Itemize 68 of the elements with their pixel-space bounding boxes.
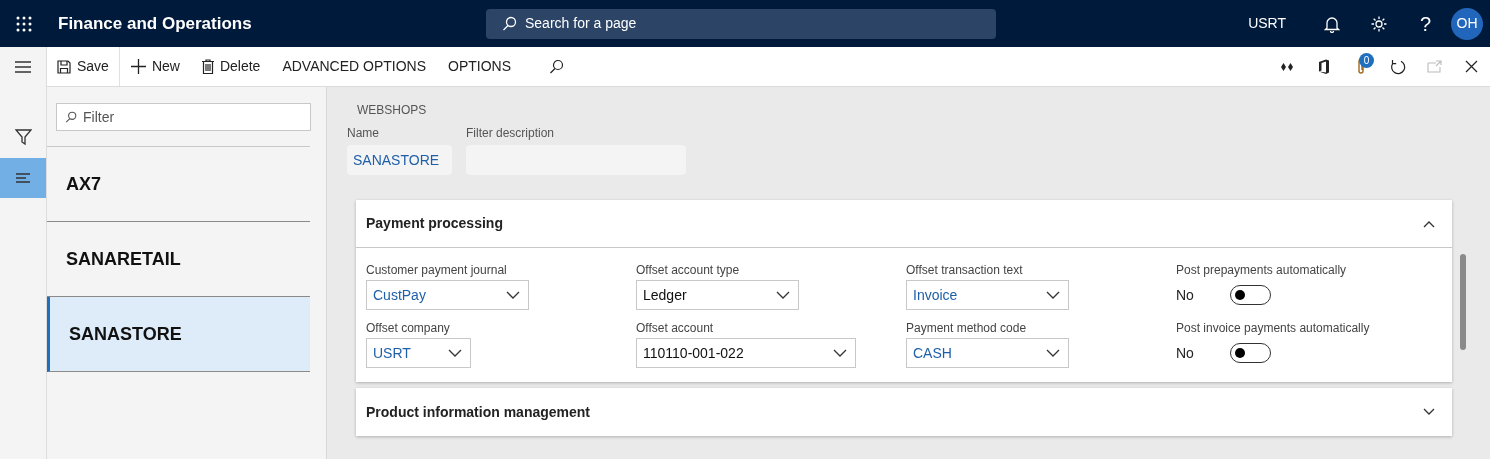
field-label: Customer payment journal xyxy=(366,262,508,276)
refresh-icon xyxy=(1389,58,1406,75)
field-label: Filter description xyxy=(466,125,556,142)
field-label: Offset account type xyxy=(636,262,741,276)
dropdown-field[interactable]: USRT xyxy=(366,338,471,368)
app-title: Finance and Operations xyxy=(58,12,253,35)
close-icon xyxy=(1465,60,1478,73)
field-label: Name xyxy=(347,125,380,142)
menu-icon xyxy=(14,59,32,75)
section-title: Product information management xyxy=(366,402,591,422)
toggle-switch[interactable] xyxy=(1230,285,1271,305)
trash-icon xyxy=(201,59,214,74)
help-button[interactable]: ? xyxy=(1402,0,1449,47)
question-mark-icon: ? xyxy=(1419,8,1432,39)
search-icon xyxy=(65,111,77,123)
field-label: Offset company xyxy=(366,320,451,334)
menu-tab[interactable]: OPTIONS xyxy=(437,47,523,86)
nav-list-button[interactable] xyxy=(0,158,46,198)
chevron-down-icon xyxy=(1422,407,1436,417)
paperclip-icon xyxy=(1356,58,1365,75)
chevron-down-icon xyxy=(506,290,520,300)
field-label: Post prepayments automatically xyxy=(1176,262,1348,276)
new-button[interactable]: New xyxy=(119,47,191,86)
scrollbar-thumb[interactable] xyxy=(1460,254,1466,350)
chevron-down-icon xyxy=(1046,348,1060,358)
count-badge: 0 xyxy=(1359,53,1374,68)
chevron-down-icon xyxy=(776,290,790,300)
field-label: Offset account xyxy=(636,320,715,334)
toggle-switch[interactable] xyxy=(1230,343,1271,363)
page-caption: WEBSHOPS xyxy=(357,102,428,119)
search-field[interactable]: Search for a page xyxy=(486,8,996,39)
attachments-button[interactable]: 0 xyxy=(1342,47,1379,86)
field-label: Post invoice payments automatically xyxy=(1176,320,1371,334)
expand-button[interactable] xyxy=(1422,407,1436,417)
list-item[interactable]: SANASTORE xyxy=(47,297,310,372)
app-launcher-icon xyxy=(15,15,32,32)
menu-tab[interactable]: ADVANCED OPTIONS xyxy=(271,47,438,86)
popout-icon xyxy=(1427,60,1442,73)
search-icon xyxy=(502,16,517,31)
dropdown-field[interactable]: 110110-001-022 xyxy=(636,338,856,368)
dropdown-field[interactable]: Ledger xyxy=(636,280,799,310)
delete-button[interactable]: Delete xyxy=(190,47,272,86)
plus-icon xyxy=(130,59,146,74)
chevron-down-icon xyxy=(1046,290,1060,300)
bell-icon xyxy=(1323,14,1340,33)
settings-icon xyxy=(1369,14,1388,33)
office-icon xyxy=(1317,59,1330,74)
diamond-icon xyxy=(1279,61,1294,72)
save-button[interactable]: Save xyxy=(47,47,120,86)
toggle-state-text: No xyxy=(1176,343,1195,363)
filter-icon xyxy=(14,129,32,146)
list-item[interactable]: AX7 xyxy=(47,147,310,222)
chevron-down-icon xyxy=(833,348,847,358)
toggle-state-text: No xyxy=(1176,285,1195,305)
save-icon xyxy=(57,59,71,74)
dropdown-field[interactable]: Invoice xyxy=(906,280,1069,310)
list-icon xyxy=(15,171,31,185)
dropdown-field[interactable]: CASH xyxy=(906,338,1069,368)
chevron-down-icon xyxy=(448,348,462,358)
text-field[interactable]: SANASTORE xyxy=(347,145,452,175)
field-label: Payment method code xyxy=(906,320,1028,334)
section-title: Payment processing xyxy=(366,214,503,233)
user-avatar[interactable]: OH xyxy=(1451,7,1483,40)
search-icon xyxy=(549,59,565,74)
filter-field[interactable]: Filter xyxy=(56,103,311,131)
dropdown-field[interactable]: CustPay xyxy=(366,280,529,310)
company-picker[interactable]: USRT xyxy=(1248,13,1286,34)
field-label: Offset transaction text xyxy=(906,262,1024,276)
